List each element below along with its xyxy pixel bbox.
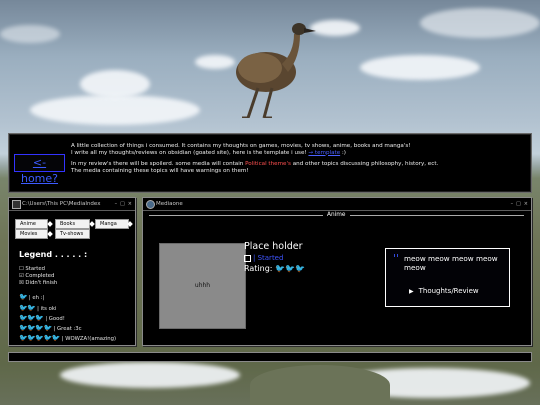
emu-rating-icon: 🐦🐦🐦 [275,264,305,273]
diamond-icon [47,231,53,237]
index-button-anime[interactable]: Anime [15,219,48,229]
rating-row: 🐦🐦🐦🐦 | Great :3c [19,324,82,334]
index-button-tvshows[interactable]: Tv-shows [55,229,90,239]
review-link[interactable]: ▶ Thoughts/Review [409,287,479,295]
minimize-icon[interactable]: – [115,198,118,210]
maximize-icon[interactable]: □ [120,198,125,210]
emu-rating-icon: 🐦🐦🐦 [19,314,44,322]
home-button[interactable]: <- home? [14,154,65,185]
media-index-window: C:\Users\This PC\MediaIndex – □ × Anime … [8,197,136,346]
media-titlebar[interactable]: Mediaone – □ × [143,198,531,211]
footer-bar [8,352,532,362]
legend-started: ☐ Started [19,266,45,272]
intro-banner: <- home? A little collection of things i… [8,133,532,193]
rating-label: | its oki [37,306,57,312]
quote-text: meow meow meow meow meow [404,254,498,272]
rating-title: Rating: [244,264,273,273]
diamond-icon [89,221,95,227]
rating-row: 🐦 | eh :| [19,293,44,303]
rating-label: | Great :3c [53,326,82,332]
legend-didnt-finish: ☒ Didn't finish [19,280,58,286]
folder-icon [12,200,21,209]
legend-title: Legend . . . . . : [19,250,88,259]
index-button-books[interactable]: Books [55,219,90,229]
index-titlebar[interactable]: C:\Users\This PC\MediaIndex – □ × [9,198,135,211]
intro-text: A little collection of things i consumed… [71,143,461,179]
legend-completed: ☑ Completed [19,273,55,279]
maximize-icon[interactable]: □ [516,198,521,210]
topics-text: and other topics discussing philosophy, … [292,161,439,168]
section-header: Anime [143,211,531,219]
emu-rating-icon: 🐦🐦🐦🐦🐦 [19,334,61,342]
rating-label: | WOWZA!(amazing) [61,336,117,342]
index-window-title: C:\Users\This PC\MediaIndex [22,201,101,207]
index-button-movies[interactable]: Movies [15,229,48,239]
play-icon: ▶ [409,288,414,295]
political-warning: Political theme's [245,161,291,168]
template-link[interactable]: → template [308,150,340,156]
warning-note: The media containing these topics will h… [71,167,249,174]
quote-box: '' meow meow meow meow meow ▶ Thoughts/Re… [385,248,510,307]
checkbox-icon [244,254,251,262]
index-button-manga[interactable]: Manga [95,219,129,229]
media-thumbnail[interactable]: uhhh [159,243,246,329]
thumbnail-text: uhhh [194,282,211,289]
intro-line-2: I write all my thoughts/reviews on obsid… [71,149,307,156]
media-window: Mediaone – □ × Anime uhhh Place holder |… [142,197,532,346]
close-icon[interactable]: × [128,198,132,210]
diamond-icon [47,221,53,227]
globe-icon [146,200,155,209]
divider [350,215,524,216]
rating-label: | eh :| [28,295,45,301]
review-label: Thoughts/Review [418,287,479,295]
close-icon[interactable]: × [524,198,528,210]
rating-label: | Good! [45,316,65,322]
quote-icon: '' [393,252,400,265]
spoiler-warning: In my review's there will be spoilerd. s… [71,161,244,168]
divider [149,215,323,216]
status-label: | Started [253,254,284,262]
smiley-text: :) [341,149,346,156]
rating-row: 🐦🐦🐦 | Good! [19,314,65,324]
rating-line: Rating: 🐦🐦🐦 [244,264,305,273]
rating-row: 🐦🐦 | its oki [19,304,56,314]
intro-line-1: A little collection of things i consumed… [71,143,411,149]
media-window-title: Mediaone [156,201,183,207]
rating-row: 🐦🐦🐦🐦🐦 | WOWZA!(amazing) [19,334,116,344]
minimize-icon[interactable]: – [511,198,514,210]
section-title: Anime [327,212,346,218]
emu-rating-icon: 🐦🐦 [19,304,36,312]
media-title: Place holder [244,241,303,252]
emu-image [236,23,316,118]
status-line: | Started [244,254,283,262]
emu-rating-icon: 🐦🐦🐦🐦 [19,324,52,332]
emu-rating-icon: 🐦 [19,293,28,301]
